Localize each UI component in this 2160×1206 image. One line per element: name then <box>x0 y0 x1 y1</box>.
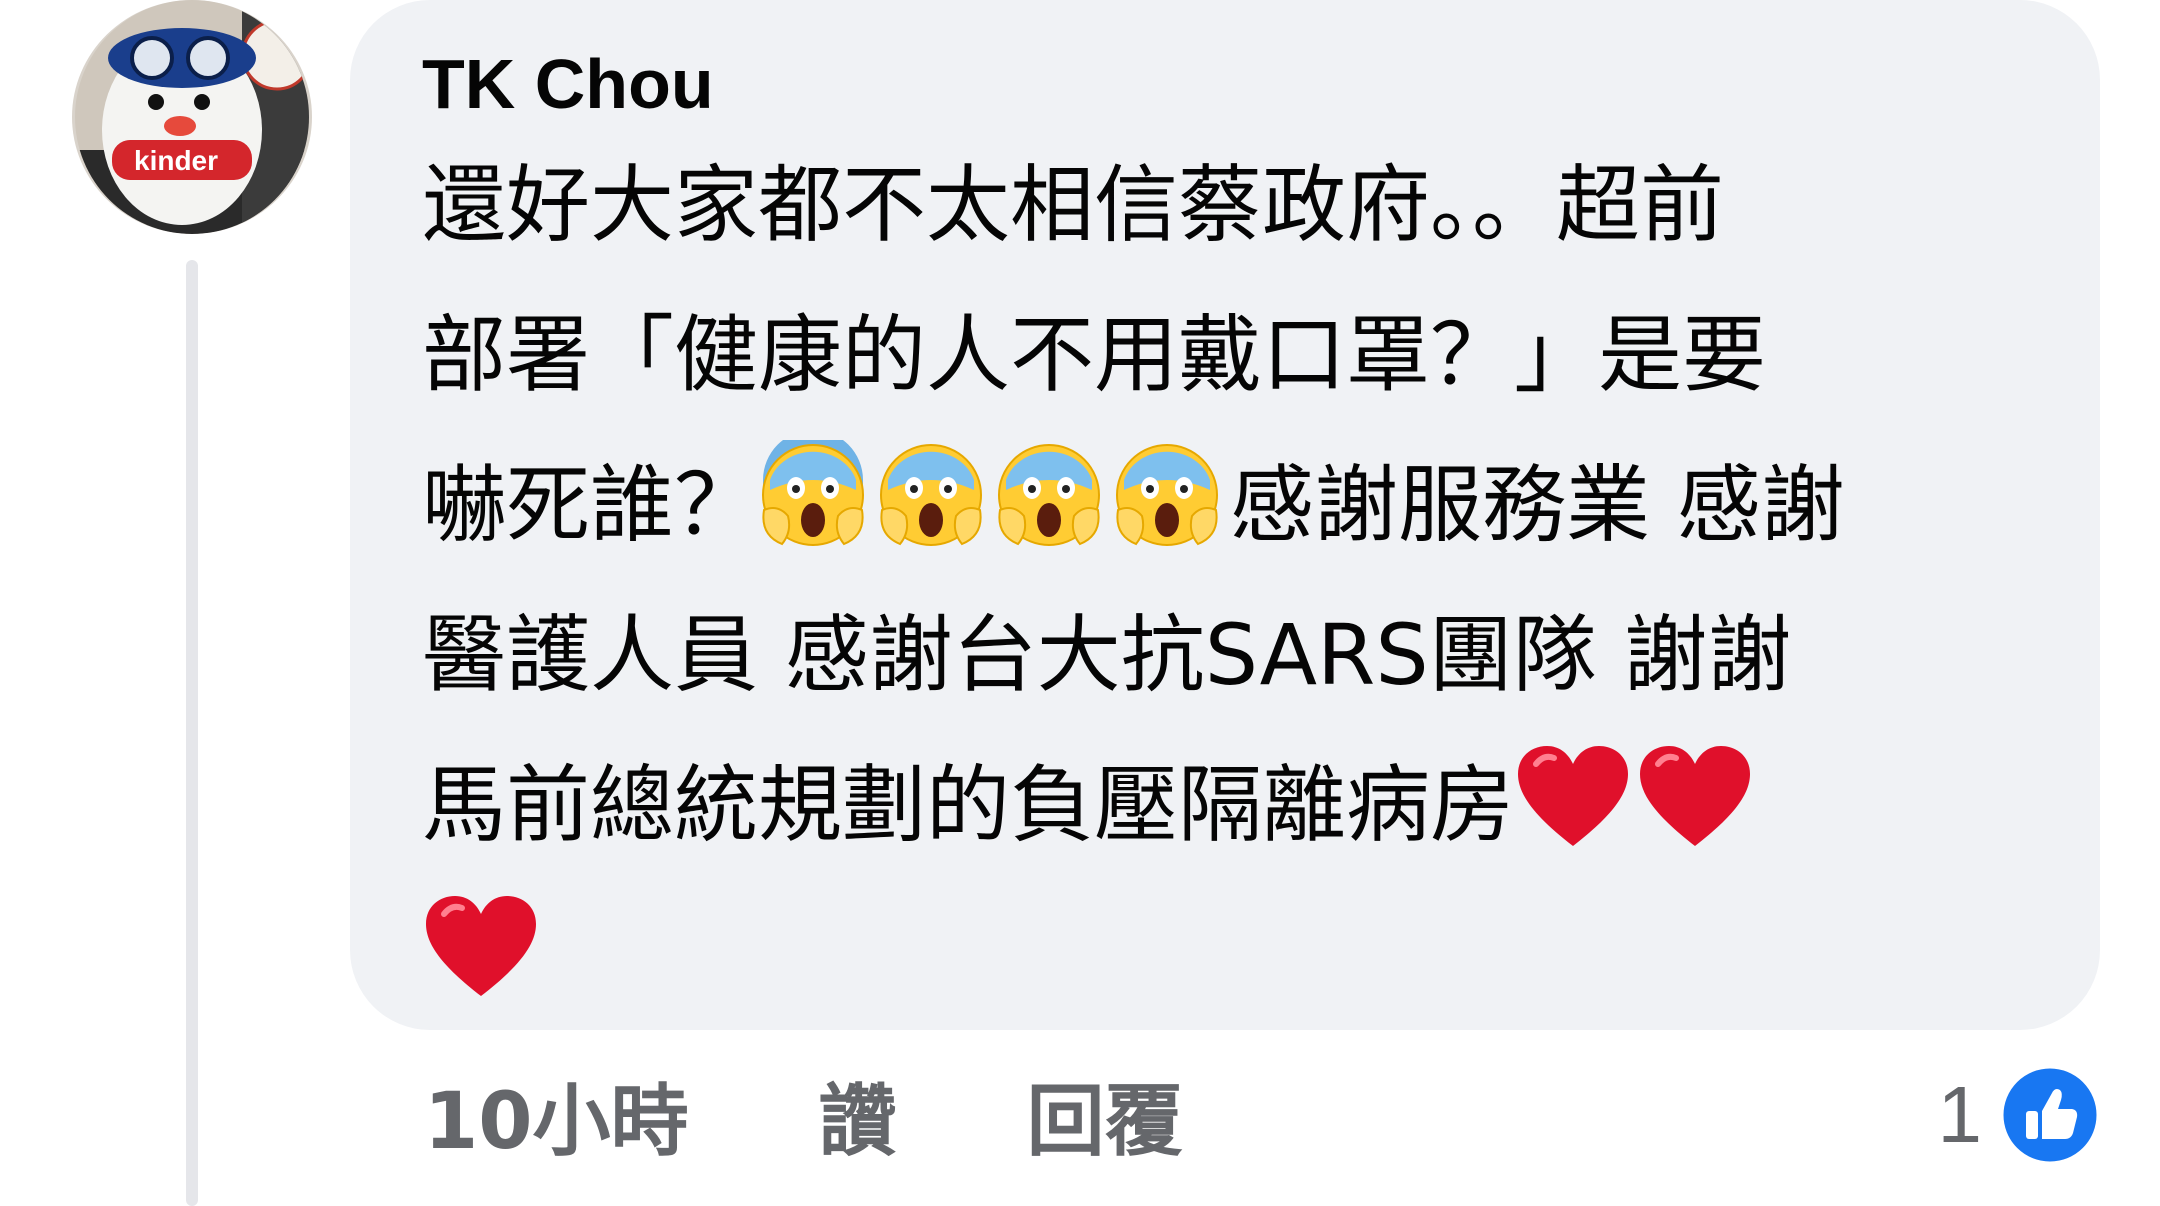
comment-text-line <box>422 880 2030 1030</box>
like-button[interactable]: 讚 <box>819 1059 897 1171</box>
comment-bubble: TK Chou 還好大家都不太相信蔡政府。。超前 部署「健康的人不用戴口罩？」是… <box>350 0 2100 1030</box>
comment-text-segment: 感謝服務業 感謝 <box>1230 456 1845 554</box>
comment-text-line: 醫護人員 感謝台大抗SARS團隊 謝謝 <box>422 606 1792 704</box>
comment-timestamp[interactable]: 10小時 <box>424 1059 689 1171</box>
comment-actions: 10小時 讚 回覆 <box>424 1060 1183 1170</box>
comment-text-segment: 嚇死誰？ <box>422 456 759 554</box>
red-heart-icon <box>1640 746 1751 846</box>
reply-button[interactable]: 回覆 <box>1027 1059 1183 1171</box>
comment-text-line: 馬前總統規劃的負壓隔離病房 <box>422 730 2030 880</box>
comment-text-line: 嚇死誰？ 感謝服務業 感謝 <box>422 430 2030 580</box>
avatar[interactable]: kinder <box>72 0 312 234</box>
reaction-summary[interactable]: 1 <box>1938 1062 2101 1168</box>
face-screaming-in-fear-icon <box>1116 444 1219 546</box>
reaction-count: 1 <box>1937 1070 1983 1159</box>
face-screaming-in-fear-icon <box>880 444 983 546</box>
thread-line <box>186 260 198 1206</box>
face-screaming-in-fear-icon <box>762 440 865 546</box>
comment-text-segment: 馬前總統規劃的負壓隔離病房 <box>422 756 1515 854</box>
comment-text-line: 部署「健康的人不用戴口罩？」是要 <box>422 306 1767 404</box>
red-heart-icon <box>426 896 536 996</box>
comment-author[interactable]: TK Chou <box>422 38 2030 130</box>
comment-text: 還好大家都不太相信蔡政府。。超前 部署「健康的人不用戴口罩？」是要 嚇死誰？ 感… <box>422 130 2030 1030</box>
thumbs-up-icon <box>2000 1065 2100 1165</box>
svg-text:kinder: kinder <box>134 145 218 176</box>
red-heart-icon <box>1518 746 1629 846</box>
face-screaming-in-fear-icon <box>998 444 1101 546</box>
avatar-image: kinder <box>75 0 309 234</box>
comment-text-line: 還好大家都不太相信蔡政府。。超前 <box>422 156 1725 254</box>
comment: kinder TK Chou 還好大家都不太相信蔡政府。。超前 部署「健康的人不… <box>0 0 2160 1206</box>
